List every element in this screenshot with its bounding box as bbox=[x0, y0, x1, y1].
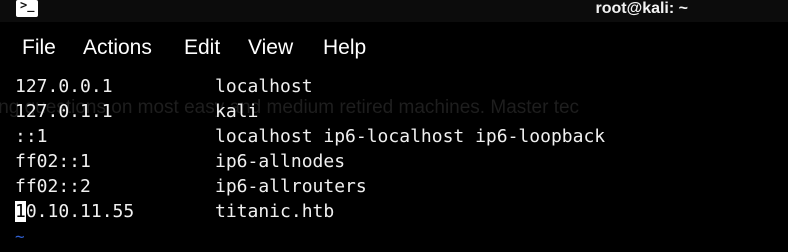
hosts-line: 127.0.0.1 localhost bbox=[15, 76, 313, 98]
title-bar: >_ root@kali: ~ bbox=[0, 0, 788, 22]
terminal-window: >_ root@kali: ~ File Actions Edit View H… bbox=[0, 0, 788, 252]
hosts-line: ff02::2 ip6-allrouters bbox=[15, 176, 367, 198]
terminal-content[interactable]: 127.0.0.1 localhost 127.0.1.1 kali ::1 loca… bbox=[0, 68, 788, 252]
host-names: localhost ip6-localhost ip6-loopback bbox=[215, 126, 606, 147]
menu-help[interactable]: Help bbox=[323, 36, 366, 60]
host-names: kali bbox=[215, 101, 259, 122]
host-names: localhost bbox=[215, 76, 313, 97]
menu-file[interactable]: File bbox=[22, 36, 56, 60]
hosts-line: 127.0.1.1 kali bbox=[15, 101, 258, 123]
host-ip: 127.0.0.1 bbox=[15, 76, 113, 97]
hosts-line-cursor: 10.10.11.55 titanic.htb bbox=[15, 201, 334, 223]
host-ip: ff02::1 bbox=[15, 151, 91, 172]
host-names: ip6-allnodes bbox=[215, 151, 346, 172]
text-cursor: 1 bbox=[15, 201, 26, 222]
menu-view[interactable]: View bbox=[248, 36, 293, 60]
hosts-line: ff02::1 ip6-allnodes bbox=[15, 151, 345, 173]
host-ip: 127.0.1.1 bbox=[15, 101, 113, 122]
window-title: root@kali: ~ bbox=[595, 0, 688, 17]
host-ip-rest: 0.10.11.55 bbox=[25, 201, 135, 222]
host-names: titanic.htb bbox=[215, 201, 335, 222]
menu-actions[interactable]: Actions bbox=[83, 36, 152, 60]
menu-bar: File Actions Edit View Help bbox=[0, 22, 788, 68]
host-ip: ff02::2 bbox=[15, 176, 91, 197]
hosts-line: ::1 localhost ip6-localhost ip6-loopback bbox=[15, 126, 605, 148]
host-names: ip6-allrouters bbox=[215, 176, 367, 197]
host-ip: 10.10.11.55 bbox=[15, 201, 215, 223]
menu-edit[interactable]: Edit bbox=[184, 36, 220, 60]
empty-line-marker: ~ bbox=[15, 227, 25, 246]
host-ip: ::1 bbox=[15, 126, 48, 147]
